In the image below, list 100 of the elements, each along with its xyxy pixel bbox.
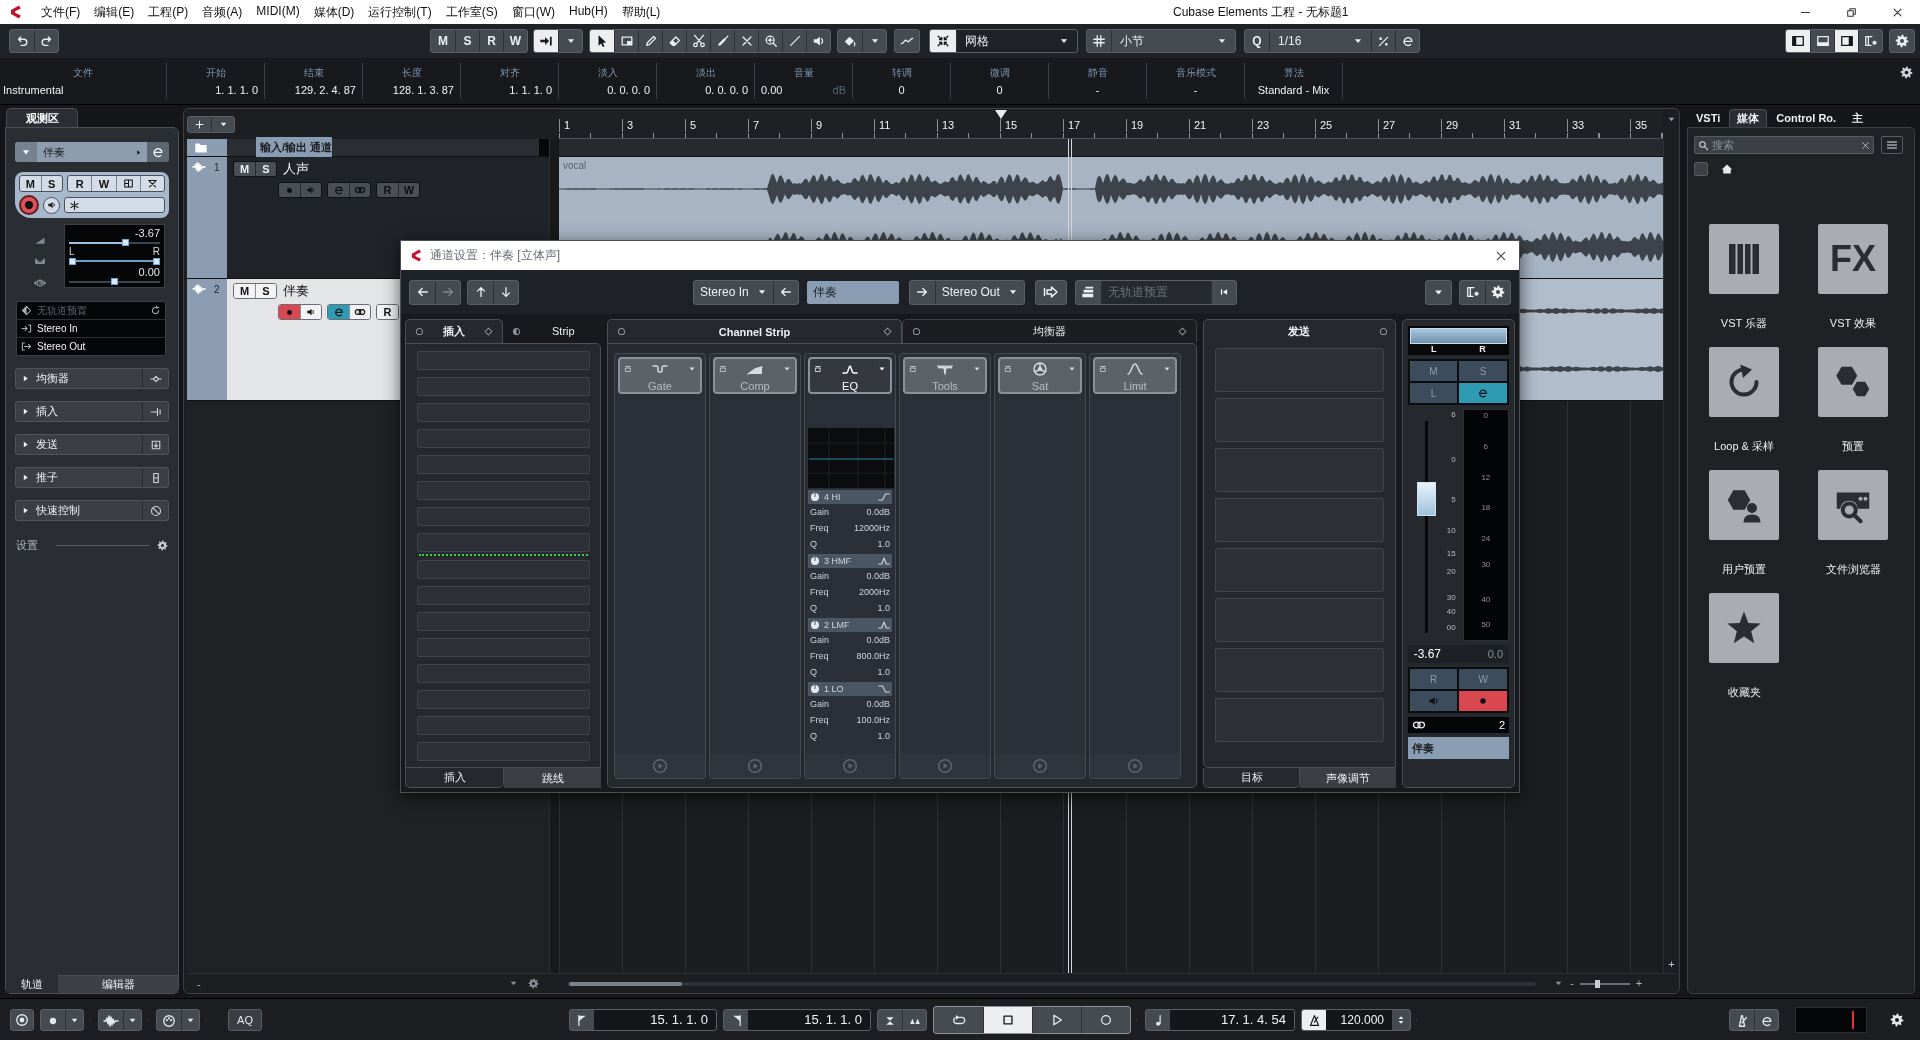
record-enable-button[interactable] — [279, 305, 300, 319]
monitor-button[interactable] — [10, 1008, 34, 1031]
menu-item[interactable]: 媒体(D) — [306, 3, 362, 21]
menu-button[interactable] — [1881, 136, 1903, 154]
panel-tab[interactable]: VSTi — [1689, 109, 1728, 127]
inspector-tab[interactable]: 观测区 — [6, 108, 78, 127]
param-value[interactable]: 1.0 — [877, 667, 890, 677]
menu-item[interactable]: 文件(F) — [34, 3, 88, 21]
zoom-out-button[interactable]: - — [1570, 978, 1574, 989]
edit-button[interactable] — [328, 305, 349, 319]
tempo-value[interactable]: 120.000 — [1326, 1009, 1392, 1030]
piano-keys-icon[interactable] — [1709, 224, 1779, 294]
info-value[interactable]: 0. 0. 0. 0 — [663, 84, 748, 96]
monitor-button[interactable] — [43, 196, 60, 214]
track-state-button[interactable]: S — [455, 30, 479, 52]
info-value[interactable]: 0 — [957, 84, 1042, 96]
fader-handle[interactable] — [1416, 482, 1436, 517]
param-value[interactable]: 100.0Hz — [856, 715, 890, 725]
panel-tab[interactable]: 跳线 — [504, 768, 601, 788]
param-value[interactable]: 12000Hz — [853, 523, 890, 533]
panel-tab[interactable]: Strip — [503, 319, 601, 343]
menu-item[interactable]: MIDI(M) — [249, 3, 307, 21]
right-locator-value[interactable]: 15. 1. 1. 0 — [748, 1009, 870, 1030]
link-button[interactable] — [349, 305, 370, 319]
record-enable-button[interactable] — [19, 195, 39, 215]
info-value[interactable]: - — [1153, 84, 1238, 96]
volume-value[interactable]: -3.67 — [69, 227, 160, 239]
track-name[interactable]: 人声 — [283, 160, 309, 178]
toggle-button[interactable]: S — [255, 284, 276, 298]
panel-tab[interactable]: 媒体 — [1729, 109, 1768, 127]
track-state-button[interactable]: M — [431, 30, 455, 52]
pointer-tool-button[interactable] — [590, 30, 614, 52]
stop-button[interactable] — [983, 1006, 1032, 1033]
toggle-button[interactable]: S — [255, 162, 276, 176]
settings-button[interactable] — [155, 538, 169, 553]
left-zone-button[interactable] — [1786, 30, 1810, 52]
info-value[interactable]: 0. 0. 0. 0 — [565, 84, 650, 96]
zoom-slider[interactable] — [1579, 982, 1630, 985]
param-value[interactable]: 0.0dB — [866, 571, 890, 581]
fx-tile[interactable]: FX — [1818, 224, 1888, 294]
track-color-strip[interactable]: 1 — [187, 157, 227, 278]
track-state-button[interactable]: W — [503, 30, 527, 52]
timeline-ruler[interactable]: 1 3 5 7 9 11 13 15 17 19 21 23 25 27 29 31 33 35 — [559, 109, 1663, 139]
panel-tab[interactable]: 均衡器 — [902, 319, 1197, 343]
slider-handle[interactable] — [153, 257, 160, 265]
param-value[interactable]: 1.0 — [877, 539, 890, 549]
param-value[interactable]: 2000Hz — [858, 587, 890, 597]
menu-item[interactable]: 工程(P) — [141, 3, 196, 21]
position-value[interactable]: 17. 1. 4. 54 — [1170, 1009, 1294, 1030]
home-button[interactable] — [1720, 162, 1734, 176]
edit-button[interactable] — [147, 142, 169, 162]
menu-item[interactable]: 运行控制(T) — [361, 3, 439, 21]
routing-label[interactable]: 无轨道预置 — [37, 303, 145, 318]
menu-item[interactable]: 编辑(E) — [87, 3, 142, 21]
toggle-button[interactable]: W — [91, 176, 116, 191]
checkbox[interactable] — [1694, 162, 1708, 176]
menu-item[interactable]: 音频(A) — [195, 3, 250, 21]
info-value[interactable]: 0 — [859, 84, 944, 96]
menu-item[interactable]: 窗口(W) — [504, 3, 562, 21]
routing-label[interactable]: Stereo Out — [37, 341, 161, 352]
slider-thumb[interactable] — [121, 239, 129, 246]
delay-value[interactable]: 0.00 — [69, 266, 160, 279]
settings-button[interactable] — [1898, 64, 1914, 80]
param-value[interactable]: 0.0dB — [866, 507, 890, 517]
info-value[interactable]: 1. 1. 1. 0 — [173, 84, 258, 96]
aq-button[interactable]: AQ — [228, 1008, 262, 1031]
zoom-in-button[interactable]: + — [1668, 959, 1675, 970]
panel-tab[interactable]: 主 — [1845, 109, 1871, 127]
slider-handle[interactable] — [69, 257, 76, 265]
info-value[interactable]: 128. 1. 3. 87 — [369, 84, 454, 96]
info-value[interactable]: 0.00 — [761, 84, 783, 96]
panel-tab[interactable]: Control Ro. — [1769, 109, 1844, 127]
menu-item[interactable]: 工作室(S) — [438, 3, 505, 21]
automation-button[interactable]: R — [377, 305, 398, 319]
panel-tab[interactable]: 目标 — [1203, 768, 1301, 788]
right-zone-button[interactable] — [1834, 30, 1858, 52]
track-state-button[interactable]: R — [479, 30, 503, 52]
channel-name-field[interactable]: 伴奏 — [806, 280, 899, 304]
info-value[interactable]: 1. 1. 1. 0 — [467, 84, 552, 96]
param-value[interactable]: 0.0dB — [866, 635, 890, 645]
module-button[interactable]: EQ — [808, 357, 892, 394]
search-input[interactable]: 搜索 — [1712, 138, 1858, 152]
zoom-in-button[interactable]: + — [1635, 978, 1643, 989]
horizontal-scrollbar[interactable] — [568, 981, 1536, 986]
toggle-button[interactable]: R — [68, 176, 92, 191]
slider-thumb[interactable] — [111, 278, 118, 286]
param-value[interactable]: 800.0Hz — [856, 651, 890, 661]
snap-button[interactable] — [930, 30, 956, 52]
param-value[interactable]: 1.0 — [877, 731, 890, 741]
left-locator-value[interactable]: 15. 1. 1. 0 — [594, 1009, 716, 1030]
channel-name-field[interactable]: 伴奏 — [1407, 737, 1509, 759]
info-value[interactable]: 129. 2. 4. 87 — [271, 84, 356, 96]
toggle-button[interactable]: M — [234, 284, 255, 298]
info-value[interactable]: Instrumental — [3, 84, 163, 96]
toggle-button[interactable]: M — [20, 176, 41, 191]
tempo-button[interactable] — [1302, 1009, 1326, 1030]
toggle-button[interactable]: S — [40, 176, 62, 191]
fold-button[interactable] — [15, 142, 37, 162]
marker-triangle-icon[interactable] — [995, 110, 1007, 120]
autoscroll-button[interactable] — [534, 30, 558, 52]
